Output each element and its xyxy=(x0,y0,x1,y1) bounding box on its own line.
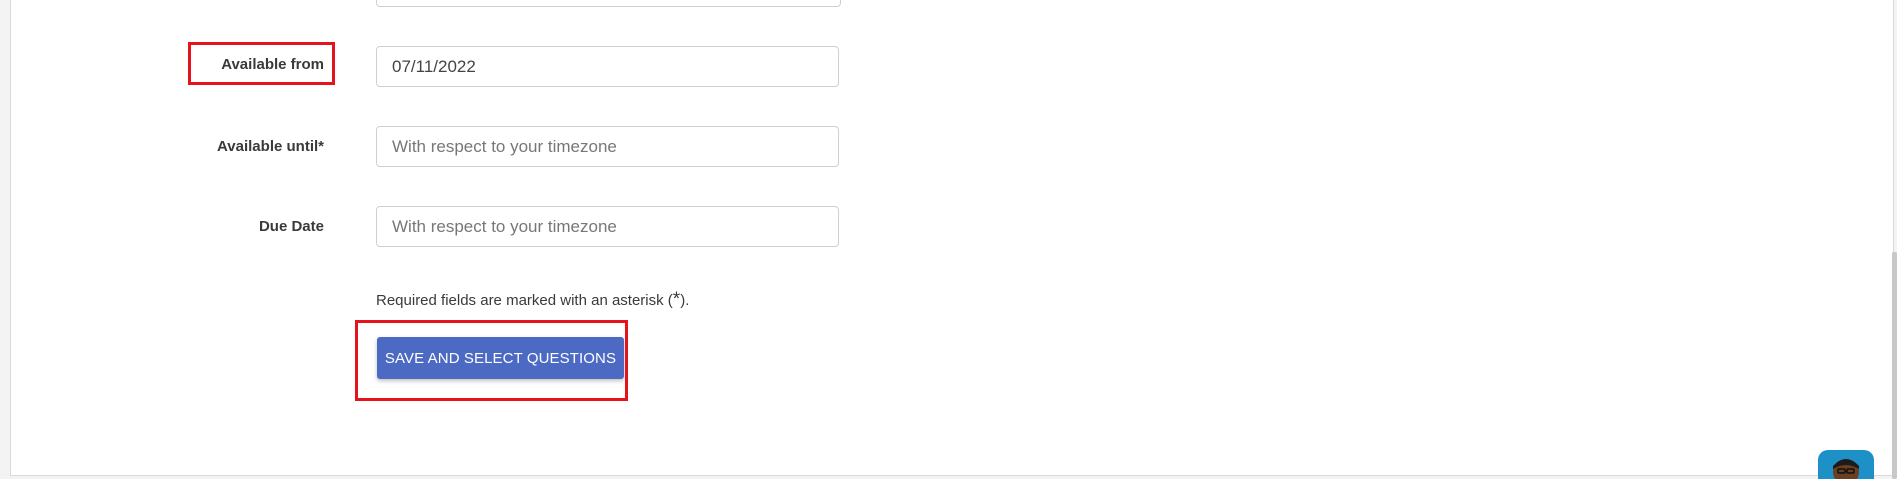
hint-end: ). xyxy=(680,292,690,309)
available-from-input[interactable] xyxy=(376,46,839,87)
scrollbar-thumb[interactable] xyxy=(1892,252,1897,479)
chat-widget-button[interactable] xyxy=(1818,450,1874,479)
save-and-select-questions-button[interactable]: SAVE AND SELECT QUESTIONS xyxy=(377,337,624,379)
due-date-input[interactable] xyxy=(376,206,839,247)
page: Available from Available until* Due Date… xyxy=(0,0,1897,479)
hint-text: Required fields are marked with an aster… xyxy=(376,292,673,309)
required-fields-hint: Required fields are marked with an aster… xyxy=(376,289,689,311)
due-date-label: Due Date xyxy=(258,218,324,235)
available-until-label: Available until* xyxy=(217,138,324,155)
form-card: Available from Available until* Due Date… xyxy=(10,0,1894,476)
page-scrollbar[interactable] xyxy=(1891,0,1897,479)
support-avatar-icon xyxy=(1833,459,1859,479)
available-from-label: Available from xyxy=(221,56,324,73)
available-until-input[interactable] xyxy=(376,126,839,167)
previous-field-stub[interactable] xyxy=(376,0,841,7)
